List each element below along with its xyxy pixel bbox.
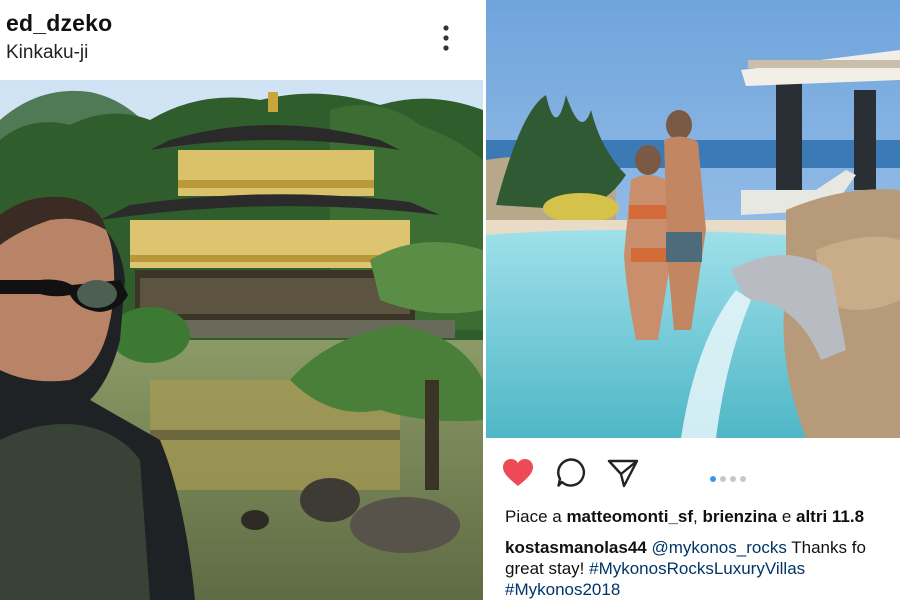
post-header: ed_dzeko Kinkaku-ji: [0, 0, 483, 80]
carousel-indicator: [710, 469, 750, 487]
likes-prefix: Piace a: [505, 507, 567, 526]
carousel-dot[interactable]: [710, 476, 716, 482]
post-photo-pool[interactable]: [486, 0, 900, 438]
heart-icon[interactable]: [502, 458, 534, 488]
post-location[interactable]: Kinkaku-ji: [6, 42, 88, 64]
likes-line: Piace a matteomonti_sf, brienzina e altr…: [505, 507, 864, 527]
post-username[interactable]: ed_dzeko: [6, 10, 112, 37]
post-caption: kostasmanolas44 @mykonos_rocks Thanks fo…: [505, 537, 900, 600]
carousel-dot[interactable]: [730, 476, 736, 482]
liker-username[interactable]: matteomonti_sf: [566, 507, 693, 526]
share-icon[interactable]: [607, 457, 639, 489]
post-actions: [486, 440, 900, 502]
post-photo-temple: [0, 80, 483, 600]
likes-others[interactable]: altri 11.8: [796, 507, 864, 526]
caption-hashtag[interactable]: #MykonosRocksLuxuryVillas: [589, 559, 805, 578]
more-vertical-icon[interactable]: [438, 24, 454, 54]
carousel-dot[interactable]: [720, 476, 726, 482]
likes-joiner: e: [777, 507, 796, 526]
left-post: ed_dzeko Kinkaku-ji: [0, 0, 483, 600]
right-post: Piace a matteomonti_sf, brienzina e altr…: [486, 0, 900, 600]
caption-author[interactable]: kostasmanolas44: [505, 538, 647, 557]
liker-username[interactable]: brienzina: [702, 507, 777, 526]
comment-icon[interactable]: [556, 457, 587, 488]
caption-hashtag[interactable]: #Mykonos2018: [505, 580, 620, 599]
caption-text-line2: great stay!: [505, 559, 590, 578]
caption-text: Thanks fo: [786, 538, 866, 557]
carousel-dot[interactable]: [740, 476, 746, 482]
caption-mention[interactable]: @mykonos_rocks: [651, 538, 786, 557]
